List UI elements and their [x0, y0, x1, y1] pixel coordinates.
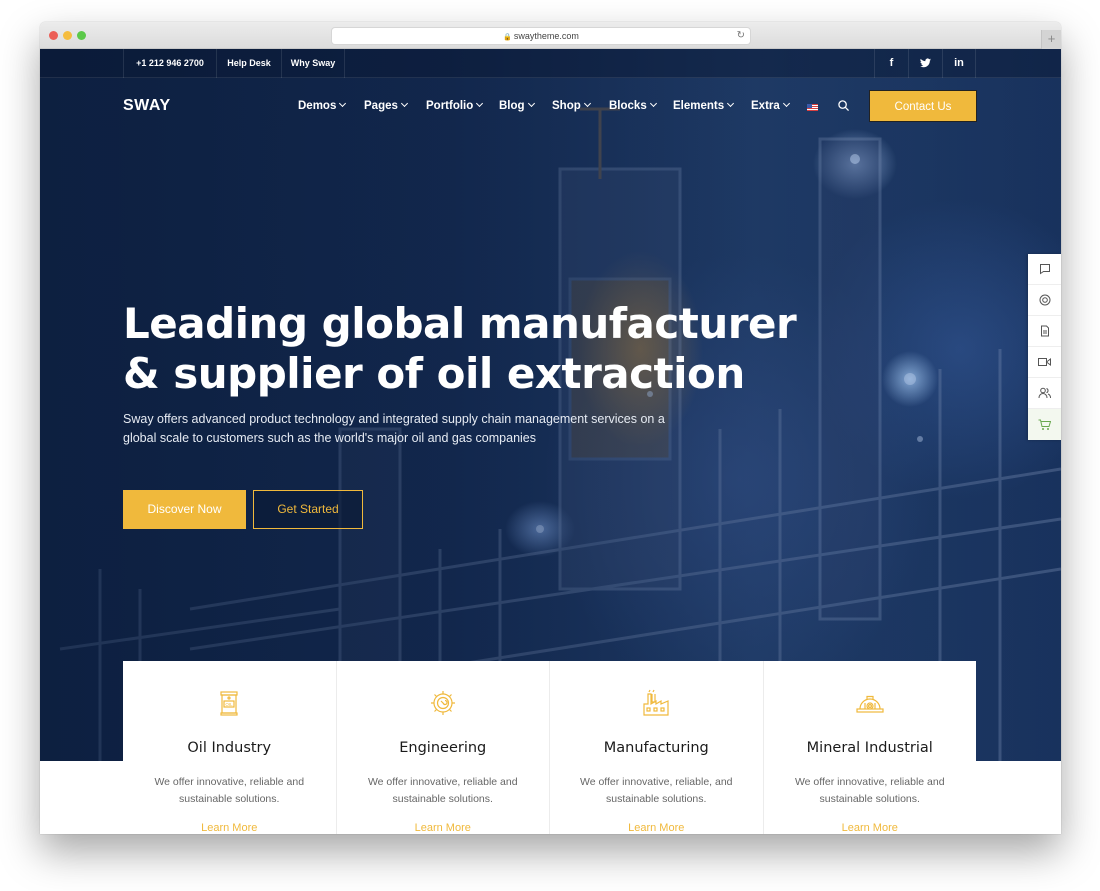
service-description: We offer innovative, reliable, and susta…: [579, 776, 733, 805]
help-desk-link[interactable]: Help Desk: [216, 49, 281, 78]
nav-label: Blocks: [609, 100, 647, 112]
nav-pages[interactable]: Pages: [364, 99, 408, 112]
discover-now-button[interactable]: Discover Now: [123, 490, 246, 529]
headline-line-1: Leading global manufacturer: [123, 299, 797, 348]
learn-more-link[interactable]: Learn More: [550, 822, 763, 834]
nav-extra[interactable]: Extra: [751, 99, 790, 112]
hero-headline: Leading global manufacturer & supplier o…: [123, 299, 797, 399]
facebook-icon[interactable]: f: [874, 49, 908, 78]
learn-more-link[interactable]: Learn More: [123, 822, 336, 834]
service-card-engineering: Engineering We offer innovative, reliabl…: [337, 661, 550, 834]
hard-hat-icon: [856, 695, 884, 713]
users-icon[interactable]: [1028, 378, 1061, 409]
cart-icon[interactable]: [1028, 409, 1061, 440]
maximize-window-button[interactable]: [77, 31, 86, 40]
service-description: We offer innovative, reliable and sustai…: [367, 776, 518, 805]
service-title: Oil Industry: [187, 740, 272, 756]
chevron-down-icon: [339, 99, 347, 108]
url-text: swaytheme.com: [513, 31, 579, 41]
nav-demos[interactable]: Demos: [298, 99, 347, 112]
twitter-icon[interactable]: [908, 49, 942, 78]
us-flag-icon[interactable]: [807, 104, 818, 111]
chevron-down-icon: [727, 99, 735, 108]
reload-icon[interactable]: ↻: [737, 28, 745, 44]
side-toolbar: [1028, 254, 1061, 440]
service-card-manufacturing: Manufacturing We offer innovative, relia…: [550, 661, 764, 834]
service-description: We offer innovative, reliable and sustai…: [794, 776, 945, 805]
linkedin-icon[interactable]: in: [942, 49, 976, 78]
chevron-down-icon: [782, 99, 790, 108]
chevron-down-icon: [583, 99, 591, 108]
learn-more-link[interactable]: Learn More: [337, 822, 550, 834]
chat-icon[interactable]: [1028, 254, 1061, 285]
phone-number[interactable]: +1 212 946 2700: [123, 49, 216, 78]
contact-us-button[interactable]: Contact Us: [869, 90, 977, 122]
hero-overlay: [40, 49, 1061, 761]
nav-label: Elements: [673, 100, 725, 112]
nav-elements[interactable]: Elements: [673, 99, 735, 112]
services-cards: OIL Oil Industry We offer innovative, re…: [123, 661, 976, 834]
headline-line-2: & supplier of oil extraction: [123, 349, 745, 398]
search-icon[interactable]: [838, 100, 849, 111]
top-bar: +1 212 946 2700 Help Desk Why Sway f in: [40, 49, 1061, 78]
new-tab-button[interactable]: +: [1041, 30, 1061, 49]
nav-label: Portfolio: [426, 100, 474, 112]
service-description: We offer innovative, reliable and sustai…: [154, 776, 305, 805]
nav-label: Demos: [298, 100, 337, 112]
service-card-oil-industry: OIL Oil Industry We offer innovative, re…: [123, 661, 337, 834]
lock-icon: 🔒: [503, 34, 512, 41]
nav-label: Blog: [499, 100, 525, 112]
why-sway-link[interactable]: Why Sway: [281, 49, 345, 78]
browser-toolbar: 🔒 swaytheme.com ↻ +: [40, 22, 1061, 49]
gear-icon: [430, 691, 455, 715]
browser-window: 🔒 swaytheme.com ↻ + +1 212 946 2700 Help…: [40, 22, 1061, 834]
get-started-button[interactable]: Get Started: [253, 490, 363, 529]
video-icon[interactable]: [1028, 347, 1061, 378]
nav-label: Pages: [364, 100, 398, 112]
service-card-mineral-industrial: Mineral Industrial We offer innovative, …: [764, 661, 977, 834]
nav-blocks[interactable]: Blocks: [609, 99, 657, 112]
chevron-down-icon: [400, 99, 408, 108]
oil-barrel-icon: OIL: [220, 691, 238, 716]
minimize-window-button[interactable]: [63, 31, 72, 40]
nav-portfolio[interactable]: Portfolio: [426, 99, 484, 112]
chevron-down-icon: [649, 99, 657, 108]
svg-text:OIL: OIL: [226, 702, 234, 707]
service-title: Mineral Industrial: [806, 740, 933, 756]
nav-label: Shop: [552, 100, 581, 112]
chevron-down-icon: [476, 99, 484, 108]
nav-shop[interactable]: Shop: [552, 99, 591, 112]
hero-section: +1 212 946 2700 Help Desk Why Sway f in …: [40, 49, 1061, 761]
service-title: Manufacturing: [603, 740, 709, 756]
learn-more-link[interactable]: Learn More: [764, 822, 977, 834]
nav-label: Extra: [751, 100, 780, 112]
hero-subtext: Sway offers advanced product technology …: [123, 412, 665, 445]
address-bar[interactable]: 🔒 swaytheme.com ↻: [332, 28, 750, 44]
site-logo[interactable]: SWAY: [123, 97, 171, 115]
nav-blog[interactable]: Blog: [499, 99, 535, 112]
support-icon[interactable]: [1028, 285, 1061, 316]
service-title: Engineering: [399, 740, 487, 756]
factory-icon: [643, 689, 669, 716]
document-icon[interactable]: [1028, 316, 1061, 347]
chevron-down-icon: [527, 99, 535, 108]
close-window-button[interactable]: [49, 31, 58, 40]
